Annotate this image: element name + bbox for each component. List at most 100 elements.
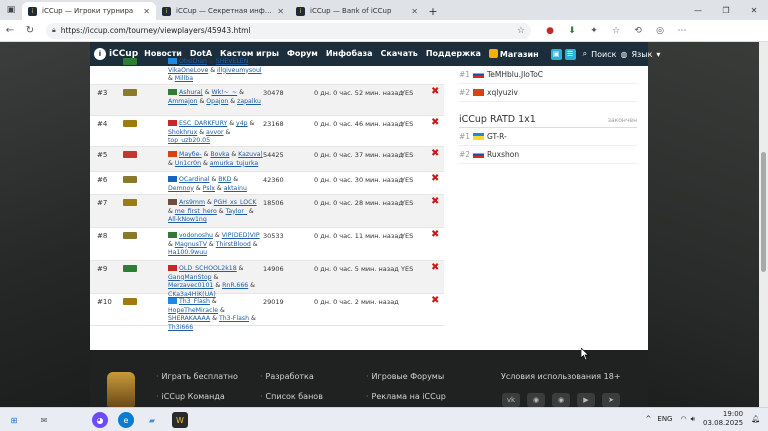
page-scrollbar[interactable] [759,42,768,407]
player-link[interactable]: Th3_Flash [179,298,210,305]
player-link[interactable]: BKD [218,176,231,183]
clock[interactable]: 19:00 03.08.2025 [703,410,743,428]
rank-row[interactable]: #1 GT-R- [459,128,637,146]
player-link[interactable]: Millba [175,75,193,82]
team-players[interactable]: vodonoshu & VIP(DED)VIP & MagnusTV & Thi… [168,232,263,258]
history-icon[interactable]: ⟲ [627,26,649,36]
delete-icon[interactable]: ✖ [431,173,439,184]
player-link[interactable]: VikaOneLove [168,67,208,74]
player-link[interactable]: Ars9mm [179,199,205,206]
player-link[interactable]: Th3i666 [168,324,193,331]
delete-icon[interactable]: ✖ [431,86,439,97]
player-link[interactable]: top_uzb20.05 [168,137,210,144]
team-players[interactable]: OCardinal & BKD & Demnoy & Pslx & aktain… [168,176,263,193]
player-link[interactable]: Bovka [210,151,229,158]
more-icon[interactable]: ⋯ [671,26,693,36]
player-link[interactable]: MagnusTV [175,241,207,248]
player-link[interactable]: Mayбe- [179,151,202,158]
player-link[interactable]: HopeTheMiracle [168,307,218,314]
player-link[interactable]: Ashura| [179,89,203,96]
back-icon[interactable]: ← [0,25,20,36]
footer-link[interactable]: iCCup Команда [156,392,225,401]
player-link[interactable]: GangManStop [168,274,212,281]
url-field[interactable]: 🔒︎ https://iccup.com/tourney/viewplayers… [46,22,531,39]
rank-row[interactable]: #1 TeMHblu.JloToC [459,66,637,84]
tab-players[interactable]: i iCCup — Игроки турнира ✕ [22,2,156,20]
rank-row[interactable]: #2 xqlyuziv [459,84,637,102]
player-link[interactable]: All-kNow1ng [168,216,207,223]
extensions-icon[interactable]: ✦ [583,26,605,36]
messages-icon[interactable]: ☰ [564,48,576,60]
player-link[interactable]: SHEVELEN [216,58,249,65]
minimize-icon[interactable]: — [684,0,712,20]
player-link[interactable]: OLD_SCHOOL2k18 [179,265,237,272]
close-tab-icon[interactable]: ✕ [143,7,150,16]
player-link[interactable]: amurka_tujurka [210,160,258,167]
footer-link[interactable]: Разработка [260,372,314,381]
player-link[interactable]: me_first_hero [175,208,217,215]
footer-link[interactable]: Игровые Форумы [366,372,445,381]
scrollbar-thumb[interactable] [761,152,766,272]
search-button[interactable]: Поиск [591,50,616,59]
player-link[interactable]: zapalku [237,98,261,105]
windows-start-icon[interactable]: ⊞ [6,412,22,428]
discord-icon[interactable]: ◉ [527,393,545,407]
tournament-title[interactable]: iCCup RATD 1x1 [459,114,536,125]
player-link[interactable]: Ha100.9wuu [168,249,207,256]
player-link[interactable]: vodonoshu [179,232,213,239]
player-link[interactable]: y4p [236,120,248,127]
extension-icon[interactable]: ⬇ [561,26,583,36]
player-link[interactable]: avvor [206,129,223,136]
player-link[interactable]: Un1cr0n [175,160,201,167]
discord-icon[interactable]: ◉ [552,393,570,407]
player-link[interactable]: Demnoy [168,185,194,192]
player-link[interactable]: RnR.666 [222,282,248,289]
app-icon[interactable]: ◕ [92,412,108,428]
maximize-icon[interactable]: ❐ [712,0,740,20]
player-link[interactable]: Taylor_ [226,208,247,215]
tab-bank[interactable]: i iCCup — Bank of iCCup ✕ [290,2,424,20]
team-players[interactable]: ESC_DARKFURY & y4p & Shokhrux & avvor & … [168,120,263,146]
tab-secret-info[interactable]: i iCCup — Секретная информаци… ✕ [156,2,290,20]
team-players[interactable]: Ars9mm & PGH_xs_LOCK & me_first_hero & T… [168,199,263,225]
team-players[interactable]: Th3_Flash & HopeTheMiracle & SHERAKAAAA … [168,298,263,332]
delete-icon[interactable]: ✖ [431,295,439,306]
telegram-icon[interactable]: ➤ [602,393,620,407]
favorites-icon[interactable]: ☆ [605,26,627,36]
edge-browser-icon[interactable]: e [118,412,134,428]
delete-icon[interactable]: ✖ [431,262,439,273]
player-link[interactable]: Merzavec0101 [168,282,213,289]
player-link[interactable]: SHERAKAAAA [168,315,210,322]
search-icon[interactable]: ⌕ [583,49,587,59]
player-link[interactable]: Th3-Flash [219,315,249,322]
close-window-icon[interactable]: ✕ [740,0,768,20]
delete-icon[interactable]: ✖ [431,196,439,207]
footer-link[interactable]: Реклама на iCCup [366,392,446,401]
vk-icon[interactable]: vk [502,393,520,407]
menu-shop[interactable]: Магазин [488,49,539,59]
file-explorer-icon[interactable]: ▰ [144,412,160,428]
new-tab-button[interactable]: + [424,2,442,20]
team-players[interactable]: Ashura| & Wk!~_~ & Ammajon & Opajon & za… [168,89,263,106]
footer-link[interactable]: Список банов [260,392,323,401]
language-button[interactable]: Язык [631,50,652,59]
profile-icon[interactable]: ◎ [649,26,671,36]
rank-row[interactable]: #2 Ruxshon [459,146,637,164]
player-link[interactable]: VIP(DED)VIP [222,232,260,239]
player-link[interactable]: Pslx [203,185,215,192]
network-icon[interactable]: ◠ [680,415,686,423]
mail-icon[interactable]: ✉ [36,412,52,428]
youtube-icon[interactable]: ▶ [577,393,595,407]
player-link[interactable]: Opajon [206,98,228,105]
team-players[interactable]: Mayбe- & Bovka & Kazuva| & Un1cr0n & amu… [168,151,263,168]
footer-link[interactable]: Играть бесплатно [156,372,238,381]
player-link[interactable]: Ammajon [168,98,198,105]
team-players[interactable]: ObsiDian & SHEVELEN & VikaOneLove & illg… [168,58,263,84]
volume-icon[interactable]: 🔊︎ [691,415,695,424]
warcraft-icon[interactable]: W [172,412,188,428]
player-link[interactable]: illgiveumysoul [217,67,262,74]
extension-icon[interactable]: ● [539,26,561,36]
player-link[interactable]: ObsiDian [179,58,207,65]
favorite-star-icon[interactable]: ☆ [517,26,525,36]
user-panel-icon[interactable]: ▣ [550,48,562,60]
